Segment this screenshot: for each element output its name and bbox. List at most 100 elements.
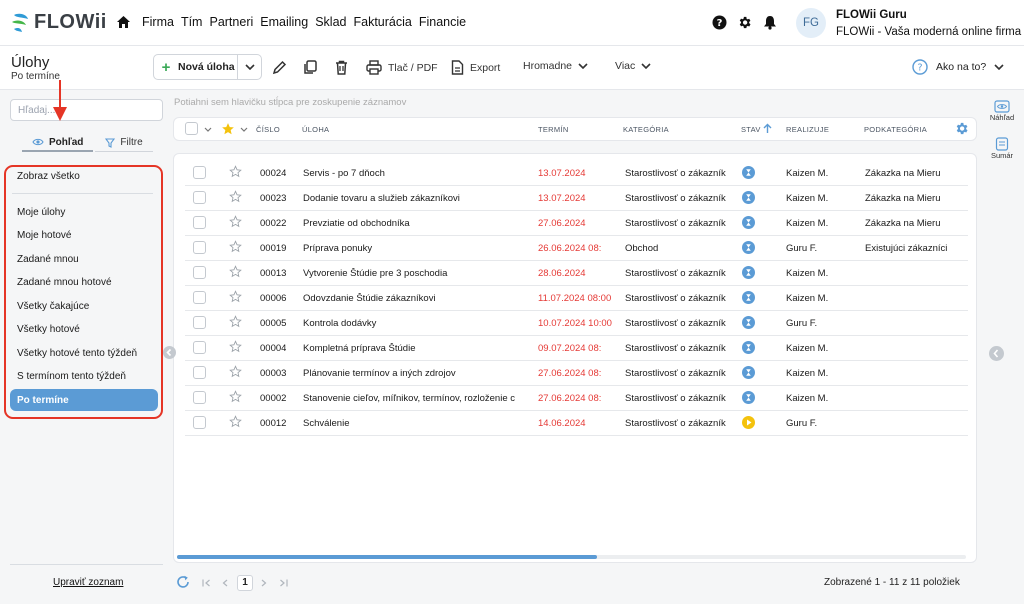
view-item-all[interactable]: Zobraz všetko [17, 171, 80, 182]
nav-item-firma[interactable]: Firma [142, 15, 174, 29]
task-name[interactable]: Servis - po 7 dňoch [303, 168, 529, 179]
bulk-actions-dropdown[interactable]: Hromadne [523, 60, 588, 72]
favorite-star-icon[interactable] [229, 340, 242, 353]
expand-right-panel-button[interactable] [989, 346, 1004, 361]
column-header-subcategory[interactable]: PODKATEGÓRIA [864, 125, 927, 134]
task-name[interactable]: Odovzdanie Štúdie zákazníkovi [303, 293, 529, 304]
view-item-all-done[interactable]: Všetky hotové [17, 324, 80, 335]
how-to-button[interactable]: ? Ako na to? [912, 59, 1004, 75]
column-header-assignee[interactable]: REALIZUJE [786, 125, 829, 134]
favorite-star-icon[interactable] [229, 240, 242, 253]
delete-button[interactable] [335, 60, 348, 75]
column-header-number[interactable]: ČÍSLO [256, 125, 280, 134]
table-row[interactable]: 00005 Kontrola dodávky 10.07.2024 10:00 Sta… [185, 311, 968, 336]
edit-list-link[interactable]: Upraviť zoznam [53, 577, 123, 588]
nav-item-financie[interactable]: Financie [419, 15, 466, 29]
last-page-icon[interactable] [279, 579, 288, 587]
favorite-star-icon[interactable] [229, 390, 242, 403]
view-item-my-done[interactable]: Moje hotové [17, 230, 71, 241]
view-item-my-tasks[interactable]: Moje úlohy [17, 207, 65, 218]
horizontal-scrollbar[interactable] [177, 555, 966, 559]
task-name[interactable]: Kompletná príprava Štúdie [303, 343, 529, 354]
row-checkbox[interactable] [193, 166, 206, 179]
copy-button[interactable] [303, 60, 317, 75]
gear-icon[interactable] [737, 15, 752, 30]
collapse-sidebar-button[interactable] [163, 346, 176, 359]
nav-item-sklad[interactable]: Sklad [315, 15, 346, 29]
favorite-star-icon[interactable] [229, 165, 242, 178]
row-checkbox[interactable] [193, 191, 206, 204]
tab-filters[interactable]: Filtre [95, 134, 153, 152]
row-checkbox[interactable] [193, 341, 206, 354]
row-checkbox[interactable] [193, 216, 206, 229]
new-task-dropdown[interactable] [237, 55, 261, 79]
bell-icon[interactable] [763, 15, 777, 30]
search-input[interactable]: Hľadaj... [10, 99, 163, 121]
task-name[interactable]: Vytvorenie Štúdie pre 3 poschodia [303, 268, 529, 279]
table-row[interactable]: 00006 Odovzdanie Štúdie zákazníkovi 11.07.… [185, 286, 968, 311]
next-page-icon[interactable] [261, 579, 267, 587]
favorite-star-icon[interactable] [229, 290, 242, 303]
export-button[interactable]: Export [451, 60, 500, 75]
row-checkbox[interactable] [193, 366, 206, 379]
table-row[interactable]: 00019 Príprava ponuky 26.06.2024 08: Obchod… [185, 236, 968, 261]
row-checkbox[interactable] [193, 266, 206, 279]
row-checkbox[interactable] [193, 241, 206, 254]
row-checkbox[interactable] [193, 391, 206, 404]
favorite-star-icon[interactable] [229, 415, 242, 428]
more-dropdown[interactable]: Viac [615, 60, 651, 72]
view-item-assigned-by-me-done[interactable]: Zadané mnou hotové [17, 277, 112, 288]
current-page-button[interactable]: 1 [237, 575, 253, 591]
table-row[interactable]: 00012 Schválenie 14.06.2024 Starostlivosť o… [185, 411, 968, 436]
table-row[interactable]: 00024 Servis - po 7 dňoch 13.07.2024 Staros… [185, 161, 968, 186]
nav-item-partneri[interactable]: Partneri [209, 15, 253, 29]
nav-item-emailing[interactable]: Emailing [260, 15, 308, 29]
chevron-down-icon[interactable] [240, 127, 248, 132]
favorite-star-icon[interactable] [229, 265, 242, 278]
view-item-deadline-this-week[interactable]: S termínom tento týždeň [17, 371, 126, 382]
table-row[interactable]: 00004 Kompletná príprava Štúdie 09.07.2024… [185, 336, 968, 361]
task-name[interactable]: Stanovenie cieľov, míľnikov, termínov, r… [303, 393, 529, 404]
logo[interactable]: FLOWii [10, 11, 107, 34]
scrollbar-thumb[interactable] [177, 555, 597, 559]
view-item-done-this-week[interactable]: Všetky hotové tento týždeň [17, 348, 137, 359]
tab-view[interactable]: Pohľad [22, 134, 94, 152]
first-page-icon[interactable] [202, 579, 211, 587]
table-row[interactable]: 00003 Plánovanie termínov a iných zdrojov… [185, 361, 968, 386]
nav-item-fakturacia[interactable]: Fakturácia [353, 15, 411, 29]
favorite-star-icon[interactable] [229, 215, 242, 228]
print-pdf-button[interactable]: Tlač / PDF [366, 60, 438, 75]
refresh-icon[interactable] [176, 575, 190, 589]
column-header-status[interactable]: STAV [741, 125, 761, 134]
favorite-star-icon[interactable] [229, 365, 242, 378]
task-name[interactable]: Plánovanie termínov a iných zdrojov [303, 368, 529, 379]
column-header-deadline[interactable]: TERMÍN [538, 125, 569, 134]
view-item-overdue[interactable]: Po termíne [10, 389, 158, 411]
task-name[interactable]: Schválenie [303, 418, 529, 429]
column-settings-gear-icon[interactable] [954, 121, 969, 136]
table-row[interactable]: 00013 Vytvorenie Štúdie pre 3 poschodia 28… [185, 261, 968, 286]
preview-panel-button[interactable]: Náhľad [985, 100, 1019, 122]
table-row[interactable]: 00023 Dodanie tovaru a služieb zákazníkov… [185, 186, 968, 211]
task-name[interactable]: Prevziatie od obchodníka [303, 218, 529, 229]
help-circle-icon[interactable]: ? [712, 15, 727, 30]
task-name[interactable]: Kontrola dodávky [303, 318, 529, 329]
chevron-down-icon[interactable] [204, 127, 212, 132]
task-name[interactable]: Dodanie tovaru a služieb zákazníkovi [303, 193, 529, 204]
row-checkbox[interactable] [193, 316, 206, 329]
favorite-star-icon[interactable] [229, 190, 242, 203]
edit-button[interactable] [272, 60, 287, 75]
user-name[interactable]: FLOWii Guru [836, 9, 907, 21]
table-row[interactable]: 00022 Prevziatie od obchodníka 27.06.2024 S… [185, 211, 968, 236]
table-row[interactable]: 00002 Stanovenie cieľov, míľnikov, termín… [185, 386, 968, 411]
sort-ascending-icon[interactable] [763, 123, 772, 134]
star-filled-icon[interactable] [221, 122, 235, 136]
home-icon[interactable] [116, 15, 131, 29]
row-checkbox[interactable] [193, 291, 206, 304]
row-checkbox[interactable] [193, 416, 206, 429]
favorite-star-icon[interactable] [229, 315, 242, 328]
avatar[interactable]: FG [796, 8, 826, 38]
prev-page-icon[interactable] [222, 579, 228, 587]
select-all-checkbox[interactable] [185, 122, 198, 135]
task-name[interactable]: Príprava ponuky [303, 243, 529, 254]
